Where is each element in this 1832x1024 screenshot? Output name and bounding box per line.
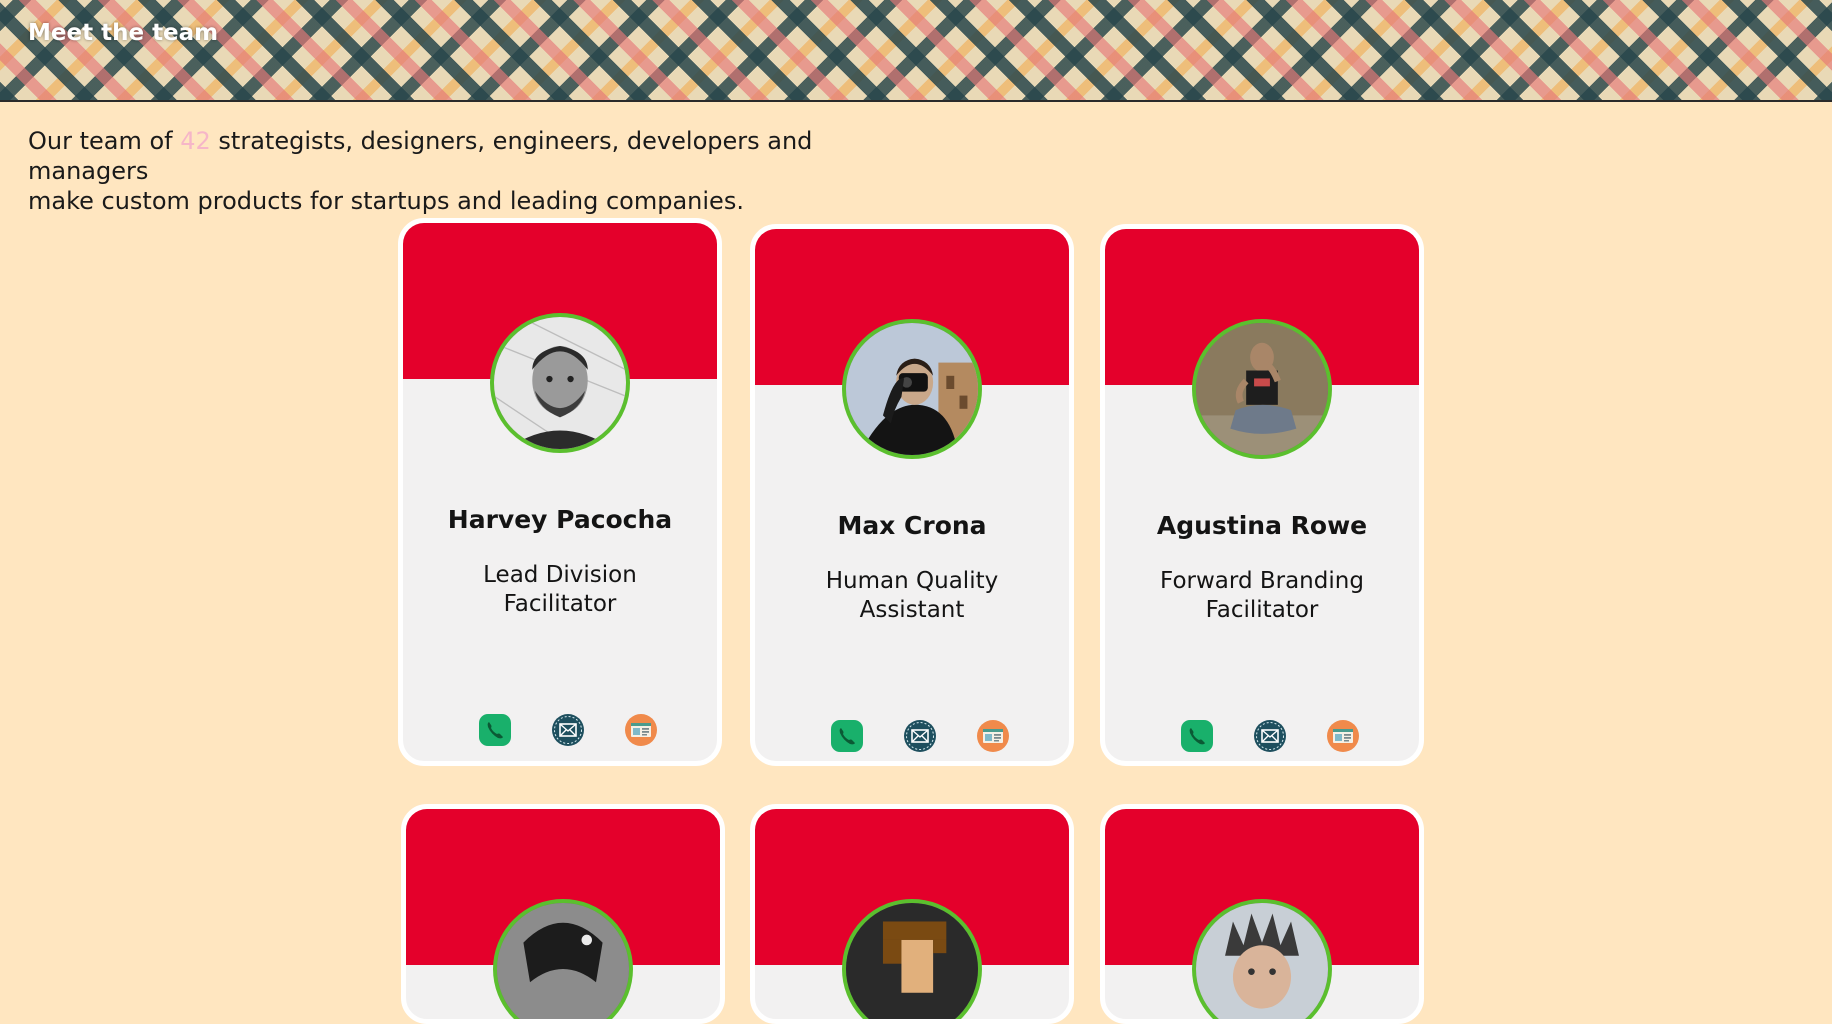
team-card-max-crona: Max Crona Human Quality Assistant — [750, 224, 1074, 766]
team-card — [401, 804, 725, 1024]
website-icon[interactable] — [624, 713, 658, 747]
mail-icon[interactable] — [903, 719, 937, 753]
team-card — [750, 804, 1074, 1024]
photographer-avatar — [846, 323, 978, 455]
phone-icon[interactable] — [830, 719, 864, 753]
avatar — [842, 319, 982, 459]
phone-icon[interactable] — [478, 713, 512, 747]
team-card-agustina-rowe: Agustina Rowe Forward Branding Facilitat… — [1100, 224, 1424, 766]
member-title: Forward Branding Facilitator — [1160, 568, 1364, 623]
team-intro: Our team of 42 strategists, designers, e… — [28, 126, 928, 216]
pixel-art-avatar — [846, 903, 978, 1019]
intro-text-line2: make custom products for startups and le… — [28, 187, 744, 215]
contact-links — [755, 719, 1069, 755]
header-banner: Meet the team — [0, 0, 1832, 102]
member-name: Agustina Rowe — [1156, 511, 1368, 540]
seated-man-avatar — [1196, 323, 1328, 455]
team-card — [1100, 804, 1424, 1024]
team-count: 42 — [180, 127, 211, 155]
contact-links — [403, 713, 717, 749]
contact-links — [1105, 719, 1419, 755]
avatar — [1192, 319, 1332, 459]
mail-icon[interactable] — [1253, 719, 1287, 753]
member-title: Human Quality Assistant — [825, 568, 999, 623]
spiky-hair-avatar — [1196, 903, 1328, 1019]
avatar — [490, 313, 630, 453]
member-name: Harvey Pacocha — [447, 505, 673, 534]
man-beard-avatar — [494, 317, 626, 449]
phone-icon[interactable] — [1180, 719, 1214, 753]
website-icon[interactable] — [976, 719, 1010, 753]
member-name: Max Crona — [837, 511, 987, 540]
page-title: Meet the team — [28, 20, 219, 46]
grayscale-avatar — [497, 903, 629, 1019]
intro-text-start: Our team of — [28, 127, 181, 155]
website-icon[interactable] — [1326, 719, 1360, 753]
mail-icon[interactable] — [551, 713, 585, 747]
team-card-harvey-pacocha: Harvey Pacocha Lead Division Facilitator — [398, 218, 722, 766]
member-title: Lead Division Facilitator — [483, 562, 637, 617]
